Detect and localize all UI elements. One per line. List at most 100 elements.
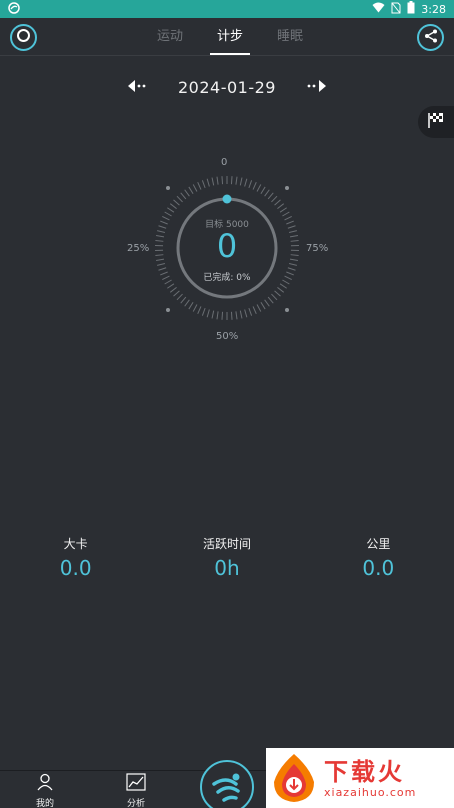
status-indicators: 3:28 xyxy=(372,1,446,17)
gauge-tick xyxy=(277,287,285,293)
nav-me[interactable]: 我的 xyxy=(20,773,70,808)
gauge-tick xyxy=(282,211,290,217)
top-bar: 运动 计步 睡眠 xyxy=(0,18,454,56)
gauge-tick xyxy=(235,176,238,185)
gauge-tick xyxy=(282,279,290,285)
arrow-right-icon xyxy=(307,79,326,92)
gauge-tick xyxy=(289,258,298,261)
gauge-tick xyxy=(239,310,243,319)
runner-logo-icon xyxy=(212,773,240,802)
gauge-tick xyxy=(221,176,224,185)
gauge-tick xyxy=(286,220,294,225)
tab-exercise[interactable]: 运动 xyxy=(140,18,200,56)
stats-row: 大卡 0.0 活跃时间 0h 公里 0.0 xyxy=(0,535,454,585)
nav-me-label: 我的 xyxy=(35,799,54,808)
gauge-tick xyxy=(155,254,164,257)
watermark: 下载火 xiazaihuo.com xyxy=(266,748,454,808)
no-sim-icon xyxy=(391,2,401,17)
current-date[interactable]: 2024-01-29 xyxy=(178,78,276,97)
share-button[interactable] xyxy=(417,24,444,51)
gauge-tick xyxy=(197,182,202,190)
gauge-tick xyxy=(167,283,175,289)
gauge-tick xyxy=(288,230,297,234)
progress-knob xyxy=(222,194,232,204)
gauge-tick xyxy=(256,304,262,312)
stat-distance-label: 公里 xyxy=(366,537,391,551)
gauge-tick xyxy=(284,275,292,281)
gauge-tick xyxy=(277,203,285,209)
gauge-tick xyxy=(284,215,292,221)
gauge-tick xyxy=(252,182,257,190)
gauge-dot-bottom-left xyxy=(166,308,170,312)
gauge-tick xyxy=(176,195,183,203)
gauge-tick xyxy=(162,215,170,221)
gauge-tick xyxy=(169,203,177,209)
checkered-flag-icon xyxy=(427,111,445,133)
gauge-tick xyxy=(267,296,274,304)
gauge-tick xyxy=(289,235,298,238)
gauge-tick xyxy=(279,207,287,213)
gauge-tick xyxy=(211,310,215,319)
sport-start-button[interactable] xyxy=(200,760,254,808)
stat-calories: 大卡 0.0 xyxy=(0,535,151,585)
goal-flag-button[interactable] xyxy=(418,106,454,138)
gauge-tick xyxy=(162,275,170,281)
gauge-tick xyxy=(244,309,248,318)
gauge-tick xyxy=(235,311,238,320)
battery-icon xyxy=(407,1,415,17)
gauge-tick xyxy=(188,302,194,310)
gauge-tick xyxy=(180,296,187,304)
gauge-tick xyxy=(248,307,253,316)
gauge-tick xyxy=(157,262,166,266)
status-bar: 3:28 xyxy=(0,0,454,18)
gauge-tick xyxy=(271,195,278,203)
gauge-tick xyxy=(188,186,194,194)
gauge-tick xyxy=(274,199,281,206)
share-icon xyxy=(424,28,438,47)
stat-distance-value: 0.0 xyxy=(362,556,395,580)
gauge-tick xyxy=(206,178,210,187)
ring-icon xyxy=(16,28,31,47)
tab-steps[interactable]: 计步 xyxy=(200,18,260,56)
gauge-tick xyxy=(184,299,190,307)
gauge-tick xyxy=(206,309,210,318)
gauge-tick xyxy=(160,271,168,276)
gauge-tick xyxy=(248,180,253,189)
stat-distance: 公里 0.0 xyxy=(303,535,454,585)
profile-ring-button[interactable] xyxy=(10,24,37,51)
nav-analysis-label: 分析 xyxy=(126,799,145,808)
nav-analysis[interactable]: 分析 xyxy=(111,773,161,808)
stat-active-time-label: 活跃时间 xyxy=(202,537,251,551)
gauge-tick xyxy=(252,306,257,314)
gauge-tick xyxy=(201,307,206,316)
gauge-tick xyxy=(180,192,187,200)
gauge-tick xyxy=(288,262,297,266)
watermark-url: xiazaihuo.com xyxy=(324,785,417,799)
gauge-tick xyxy=(173,199,180,206)
stat-active-time: 活跃时间 0h xyxy=(151,535,302,585)
stat-active-time-value: 0h xyxy=(214,556,240,580)
gauge-tick xyxy=(264,299,270,307)
gauge-tick xyxy=(156,258,165,261)
completion-text: 已完成: 0% xyxy=(203,273,251,283)
gauge-label-left: 25% xyxy=(127,243,150,254)
gauge-dot-bottom-right xyxy=(285,308,289,312)
gauge-tick xyxy=(216,176,219,185)
gauge-tick xyxy=(230,176,233,185)
person-icon xyxy=(37,773,53,791)
tab-sleep[interactable]: 睡眠 xyxy=(260,18,320,56)
watermark-text: 下载火 xiazaihuo.com xyxy=(324,758,416,799)
gauge-tick xyxy=(290,254,299,257)
gauge-tick xyxy=(158,225,167,229)
prev-day-button[interactable] xyxy=(128,79,148,95)
gauge-tick xyxy=(264,189,270,197)
watermark-brand: 下载火 xyxy=(324,757,405,786)
step-count: 0 xyxy=(216,227,238,265)
gauge-tick xyxy=(260,302,266,310)
stat-calories-label: 大卡 xyxy=(63,537,88,551)
stat-calories-value: 0.0 xyxy=(59,556,92,580)
gauge-tick xyxy=(271,293,278,301)
gauge-label-bottom: 50% xyxy=(216,331,239,342)
next-day-button[interactable] xyxy=(306,79,326,95)
gauge-tick xyxy=(164,211,172,217)
